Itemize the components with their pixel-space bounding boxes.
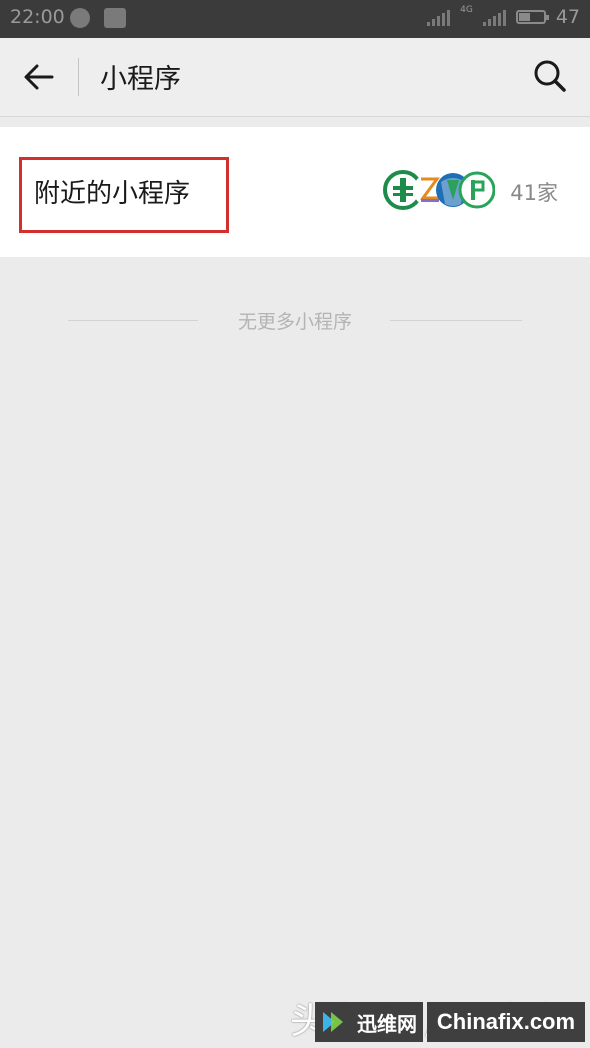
battery-level: 47 [555,6,580,28]
signal-icon [427,8,451,26]
watermark-logo: 迅维网 [315,1002,423,1042]
status-bar: 22:00 4G 47 [0,0,590,38]
nearby-mini-programs-label: 附近的小程序 [34,179,191,209]
watermark-site: Chinafix.com [427,1002,585,1042]
sync-icon [70,8,90,28]
divider-right [390,320,522,321]
logo-green-icon [458,171,495,209]
nav-bar: 小程序 [0,38,590,117]
signal-icon-2 [482,8,506,26]
network-type: 4G [460,5,473,15]
nearby-count: 41家 [510,181,558,205]
nearby-mini-programs-row[interactable]: 附近的小程序 41家 [0,127,590,257]
watermark-logo-text: 迅维网 [357,1011,417,1036]
nav-divider [78,58,79,96]
status-time: 22:00 [10,6,65,28]
battery-icon [515,10,549,24]
image-notification-icon [104,8,126,28]
mini-program-icons [383,170,495,210]
back-arrow-icon[interactable] [22,60,56,94]
page-title: 小程序 [100,64,181,95]
chevron-logo-icon [323,1012,343,1032]
search-icon[interactable] [532,58,568,94]
